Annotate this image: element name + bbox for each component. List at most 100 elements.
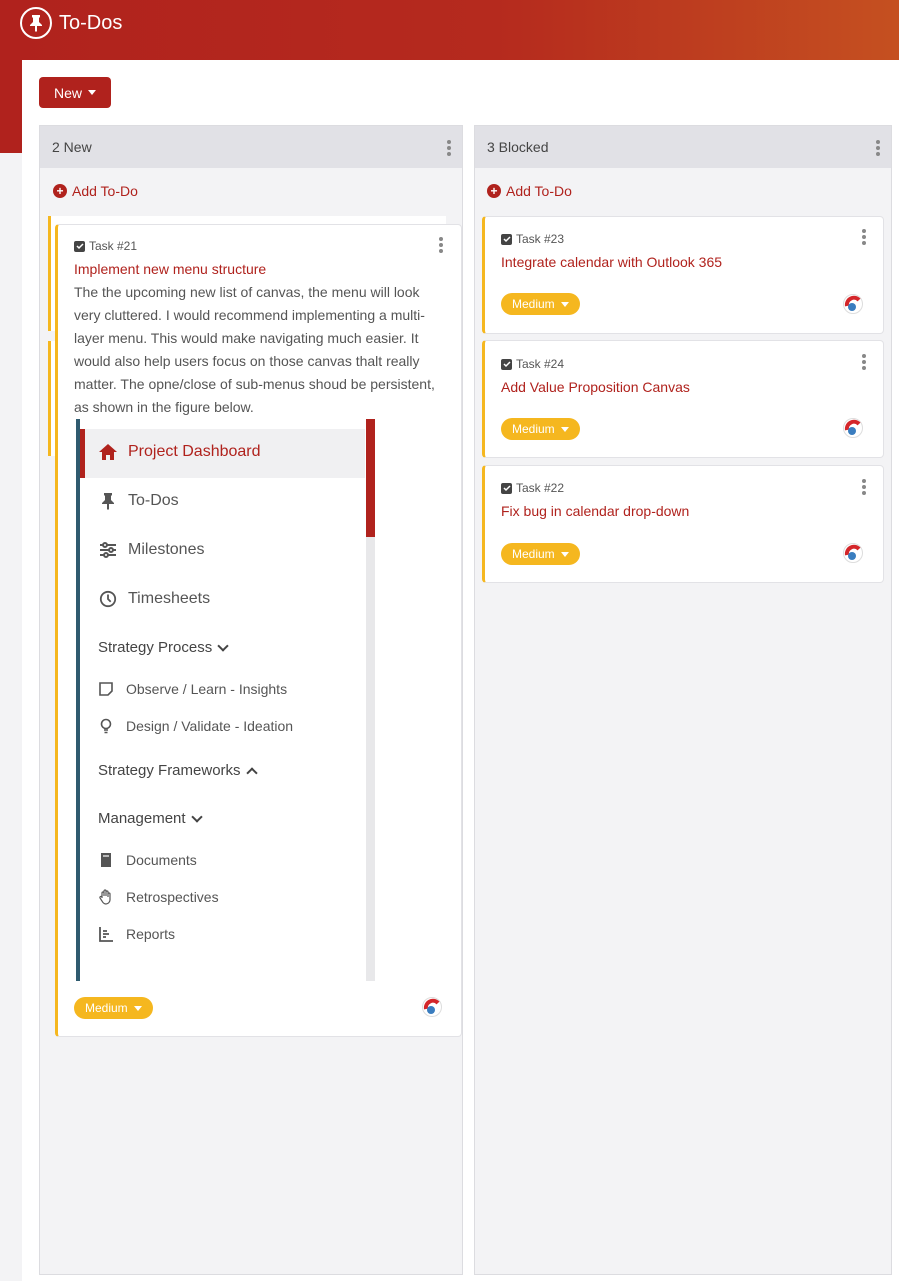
column-menu-icon[interactable] xyxy=(446,140,452,156)
caret-down-icon xyxy=(560,551,569,557)
card-description: The the upcoming new list of canvas, the… xyxy=(74,284,435,415)
caret-down-icon xyxy=(560,301,569,307)
task-id: Task #24 xyxy=(501,357,564,371)
app-title: To-Dos xyxy=(59,11,123,34)
new-button[interactable]: New xyxy=(39,77,111,108)
priority-label: Medium xyxy=(85,1001,128,1015)
note-icon xyxy=(99,682,113,696)
new-button-label: New xyxy=(53,84,82,101)
task-id: Task #21 xyxy=(74,239,137,253)
figure-subitem: Design / Validate - Ideation xyxy=(98,718,293,734)
chart-icon xyxy=(99,927,113,942)
chevron-down-icon xyxy=(217,639,229,652)
column-title: 2 New xyxy=(52,139,92,155)
caret-down-icon xyxy=(560,426,569,432)
priority-badge[interactable]: Medium xyxy=(74,997,153,1019)
plus-circle-icon: + xyxy=(53,184,67,198)
figure-subitem-label: Design / Validate - Ideation xyxy=(126,718,294,734)
priority-badge[interactable]: Medium xyxy=(501,418,580,440)
column-header: 2 New xyxy=(40,126,462,168)
priority-badge[interactable]: Medium xyxy=(501,293,580,315)
menu-figure: Project Dashboard To-Dos Milestones Time… xyxy=(76,419,376,981)
sliders-icon xyxy=(100,542,116,558)
avatar[interactable] xyxy=(843,418,863,438)
caret-down-icon xyxy=(133,1005,142,1011)
figure-subitem: Observe / Learn - Insights xyxy=(98,681,287,697)
pin-icon xyxy=(102,493,114,510)
priority-label: Medium xyxy=(512,547,555,561)
task-id-label: Task #21 xyxy=(89,239,138,253)
book-icon xyxy=(101,853,111,867)
figure-left-bar xyxy=(76,419,80,981)
card-menu-icon[interactable] xyxy=(438,237,444,253)
todo-card[interactable]: Task #24 Add Value Proposition Canvas Me… xyxy=(482,340,884,458)
figure-scroll-thumb xyxy=(366,419,375,537)
figure-item-label: Timesheets xyxy=(128,590,211,607)
task-id-label: Task #24 xyxy=(516,357,565,371)
card-title[interactable]: Integrate calendar with Outlook 365 xyxy=(501,254,722,270)
figure-section-header: Management xyxy=(98,810,203,827)
figure-item-label: To-Dos xyxy=(128,492,179,509)
checkbox-icon xyxy=(74,240,85,252)
page-title: To-Dos xyxy=(20,6,122,40)
chevron-down-icon xyxy=(190,810,203,823)
avatar[interactable] xyxy=(843,543,863,563)
figure-section-label: Management xyxy=(98,810,186,827)
figure-subitem-label: Documents xyxy=(126,852,197,868)
avatar[interactable] xyxy=(843,294,863,314)
figure-subitem: Reports xyxy=(98,926,175,942)
column-blocked: 3 Blocked + Add To-Do Task #23 Integrate… xyxy=(474,125,892,1275)
main-panel: New 2 New + Add To-Do Task #21 Implement… xyxy=(22,60,899,1281)
figure-subitem-label: Observe / Learn - Insights xyxy=(126,681,288,697)
task-id-label: Task #23 xyxy=(516,232,565,246)
card-title[interactable]: Fix bug in calendar drop-down xyxy=(501,503,689,519)
add-todo-label: Add To-Do xyxy=(506,183,572,199)
task-id: Task #23 xyxy=(501,232,564,246)
todo-card[interactable]: Task #22 Fix bug in calendar drop-down M… xyxy=(482,465,884,583)
figure-subitem: Documents xyxy=(98,852,197,868)
checkbox-icon xyxy=(501,358,512,370)
figure-subitem: Retrospectives xyxy=(98,889,219,905)
task-id: Task #22 xyxy=(501,481,564,495)
card-title[interactable]: Implement new menu structure xyxy=(74,261,266,277)
figure-subitem-label: Reports xyxy=(126,926,176,942)
add-todo-label: Add To-Do xyxy=(72,183,138,199)
card-menu-icon[interactable] xyxy=(861,229,867,245)
figure-item-label: Milestones xyxy=(128,541,205,558)
figure-item: Milestones xyxy=(98,541,204,559)
clock-icon xyxy=(99,590,117,608)
priority-label: Medium xyxy=(512,422,555,436)
todo-card[interactable]: Task #21 Implement new menu structure Th… xyxy=(55,224,462,1037)
card-menu-icon[interactable] xyxy=(861,479,867,495)
caret-down-icon xyxy=(88,90,96,95)
lightbulb-icon xyxy=(100,718,112,734)
figure-section-label: Strategy Process xyxy=(98,639,213,656)
figure-item-label: Project Dashboard xyxy=(128,443,261,460)
add-todo-link[interactable]: + Add To-Do xyxy=(53,183,138,199)
figure-item: Project Dashboard xyxy=(98,443,261,461)
column-menu-icon[interactable] xyxy=(875,140,881,156)
checkbox-icon xyxy=(501,233,512,245)
todo-card[interactable]: Task #23 Integrate calendar with Outlook… xyxy=(482,216,884,334)
figure-subitem-label: Retrospectives xyxy=(126,889,219,905)
column-new: 2 New + Add To-Do Task #21 Implement new… xyxy=(39,125,463,1275)
priority-label: Medium xyxy=(512,297,555,311)
card-menu-icon[interactable] xyxy=(861,354,867,370)
figure-section-header: Strategy Process xyxy=(98,639,229,656)
figure-item: Timesheets xyxy=(98,590,210,608)
avatar[interactable] xyxy=(422,997,442,1017)
plus-circle-icon: + xyxy=(487,184,501,198)
add-todo-link[interactable]: + Add To-Do xyxy=(487,183,572,199)
figure-section-header: Strategy Frameworks xyxy=(98,762,258,779)
hand-icon xyxy=(99,889,111,905)
card-title[interactable]: Add Value Proposition Canvas xyxy=(501,379,690,395)
column-title: 3 Blocked xyxy=(487,139,549,155)
checkbox-icon xyxy=(501,482,512,494)
home-icon xyxy=(99,444,117,460)
priority-badge[interactable]: Medium xyxy=(501,543,580,565)
task-id-label: Task #22 xyxy=(516,481,565,495)
figure-item: To-Dos xyxy=(98,492,179,510)
chevron-up-icon xyxy=(245,766,258,779)
column-header: 3 Blocked xyxy=(475,126,891,168)
figure-section-label: Strategy Frameworks xyxy=(98,762,241,779)
